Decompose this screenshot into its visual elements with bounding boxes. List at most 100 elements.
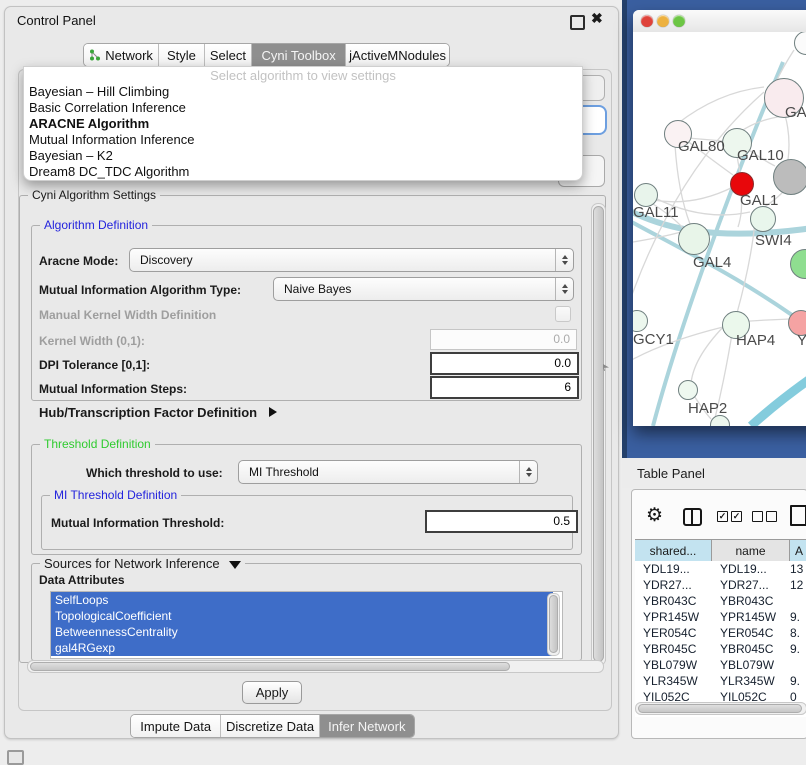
apply-button[interactable]: Apply (242, 681, 302, 704)
table-cell: YBL079W (712, 657, 790, 673)
network-node[interactable] (750, 206, 776, 232)
node-label: GAL4 (693, 254, 731, 271)
mi-algorithm-type-select[interactable]: Naive Bayes (273, 277, 574, 301)
table-panel-title: Table Panel (637, 466, 705, 481)
kernel-width-label: Kernel Width (0,1): (39, 334, 145, 348)
table-row[interactable]: YBR043CYBR043C (635, 593, 806, 609)
settings-horizontal-scrollbar[interactable] (27, 660, 604, 673)
tab-select[interactable]: Select (205, 44, 252, 66)
which-threshold-label: Which threshold to use: (86, 466, 223, 480)
algorithm-dropdown-popup: Select algorithm to view settings Bayesi… (23, 66, 583, 181)
table-row[interactable]: YBR045CYBR045C9. (635, 641, 806, 657)
aracne-mode-label: Aracne Mode: (39, 254, 118, 268)
dropdown-item[interactable]: Dream8 DC_TDC Algorithm (24, 164, 582, 180)
columns-icon[interactable] (683, 508, 702, 526)
settings-vertical-scrollbar[interactable] (591, 203, 606, 666)
tab-discretize-data[interactable]: Discretize Data (221, 715, 319, 737)
gear-icon[interactable]: ⚙ (646, 506, 663, 525)
aracne-mode-select[interactable]: Discovery (129, 248, 574, 272)
table-cell: YDL19... (712, 561, 790, 577)
tab-cyni-toolbox[interactable]: Cyni Toolbox (252, 44, 346, 66)
table-cell: 9. (790, 641, 806, 657)
table-cell: YER054C (635, 625, 712, 641)
mi-threshold-field[interactable]: 0.5 (425, 510, 578, 533)
dropdown-item[interactable]: Bayesian – K2 (24, 148, 582, 164)
which-threshold-select[interactable]: MI Threshold (238, 460, 538, 484)
manual-kernel-width-checkbox[interactable] (555, 306, 571, 322)
column-header-name[interactable]: name (712, 540, 790, 561)
spinner-arrows-icon (555, 278, 573, 300)
float-window-icon[interactable] (570, 15, 585, 30)
table-row[interactable]: YDR27...YDR27...12 (635, 577, 806, 593)
deselect-all-checkboxes-icon[interactable] (752, 511, 777, 522)
table-panel-bar: Table Panel (622, 458, 806, 488)
select-all-checkboxes-icon[interactable]: ✓✓ (717, 511, 742, 522)
dpi-tolerance-field[interactable]: 0.0 (430, 352, 579, 375)
node-label: GCY1 (633, 331, 674, 348)
control-panel-tabs: Network Style Select Cyni Toolbox jActiv… (83, 43, 450, 67)
table-cell: YBL079W (635, 657, 712, 673)
column-header-shared[interactable]: shared... (635, 540, 712, 561)
table-row[interactable]: YPR145WYPR145W9. (635, 609, 806, 625)
tab-style[interactable]: Style (159, 44, 205, 66)
window-zoom-icon[interactable] (673, 15, 685, 27)
node-label: HAP4 (736, 332, 775, 349)
control-panel-title: Control Panel (17, 13, 96, 28)
dropdown-item[interactable]: Bayesian – Hill Climbing (24, 84, 582, 100)
dropdown-item-selected[interactable]: ARACNE Algorithm (24, 116, 582, 132)
tab-network[interactable]: Network (84, 44, 159, 66)
table-row[interactable]: YLR345WYLR345W9. (635, 673, 806, 689)
network-node[interactable] (678, 380, 698, 400)
attribute-item[interactable]: BetweennessCentrality (51, 624, 553, 640)
table-cell (790, 593, 806, 609)
combo-value: MI Threshold (249, 465, 319, 479)
table-horizontal-scrollbar[interactable] (635, 702, 806, 715)
close-icon[interactable]: ✖ (591, 10, 603, 27)
node-label: SWI4 (755, 232, 792, 249)
table-cell: YDL19... (635, 561, 712, 577)
list-scrollbar[interactable] (547, 593, 560, 656)
table-row[interactable]: YBL079WYBL079W (635, 657, 806, 673)
attribute-item[interactable]: gal4RGexp (51, 640, 553, 656)
table-cell: 9. (790, 609, 806, 625)
table-cell: 12 (790, 577, 806, 593)
table-row[interactable]: YER054CYER054C8. (635, 625, 806, 641)
mi-steps-field[interactable]: 6 (430, 376, 579, 399)
table-cell: YDR27... (635, 577, 712, 593)
chevron-down-icon (229, 561, 241, 569)
cyni-bottom-tabs: Impute Data Discretize Data Infer Networ… (130, 714, 415, 738)
dropdown-item[interactable]: Mutual Information Inference (24, 132, 582, 148)
table-cell: YBR045C (712, 641, 790, 657)
dropdown-item[interactable]: Basic Correlation Inference (24, 100, 582, 116)
table-row[interactable]: YDL19...YDL19...13 (635, 561, 806, 577)
network-icon (89, 49, 101, 61)
table-cell: YLR345W (712, 673, 790, 689)
network-window-titlebar[interactable] (633, 10, 806, 33)
data-attributes-list: SelfLoops TopologicalCoefficient Between… (50, 591, 563, 659)
window-close-icon[interactable] (641, 15, 653, 27)
collapsed-panel-icon[interactable] (7, 750, 24, 765)
network-node[interactable] (773, 159, 806, 195)
mi-steps-label: Mutual Information Steps: (39, 382, 187, 396)
network-view-window: GAL GAL80 GAL10 GAL1 GAL11 SWI4 GAL4 GCY… (633, 10, 806, 426)
spinner-arrows-icon (519, 461, 537, 483)
group-title: Cyni Algorithm Settings (28, 188, 160, 202)
hub-factor-expander[interactable]: Hub/Transcription Factor Definition (39, 405, 277, 420)
tab-infer-network[interactable]: Infer Network (320, 715, 414, 737)
network-node[interactable] (678, 223, 710, 255)
tab-jactivemnodules[interactable]: jActiveMNodules (346, 44, 449, 66)
sources-expander[interactable]: Sources for Network Inference (40, 556, 245, 571)
table-cell: YDR27... (712, 577, 790, 593)
kernel-width-field: 0.0 (430, 329, 577, 350)
network-canvas[interactable]: GAL GAL80 GAL10 GAL1 GAL11 SWI4 GAL4 GCY… (633, 32, 806, 426)
window-minimize-icon[interactable] (657, 15, 669, 27)
column-header-partial[interactable]: A (790, 540, 806, 561)
attribute-item[interactable]: TopologicalCoefficient (51, 608, 553, 624)
table-header: shared... name A (635, 539, 806, 562)
tab-label: Style (167, 48, 196, 63)
table-cell: YBR043C (712, 593, 790, 609)
chevron-right-icon (269, 407, 277, 417)
attribute-item[interactable]: SelfLoops (51, 592, 553, 608)
tab-impute-data[interactable]: Impute Data (131, 715, 221, 737)
export-table-icon[interactable] (790, 505, 806, 526)
